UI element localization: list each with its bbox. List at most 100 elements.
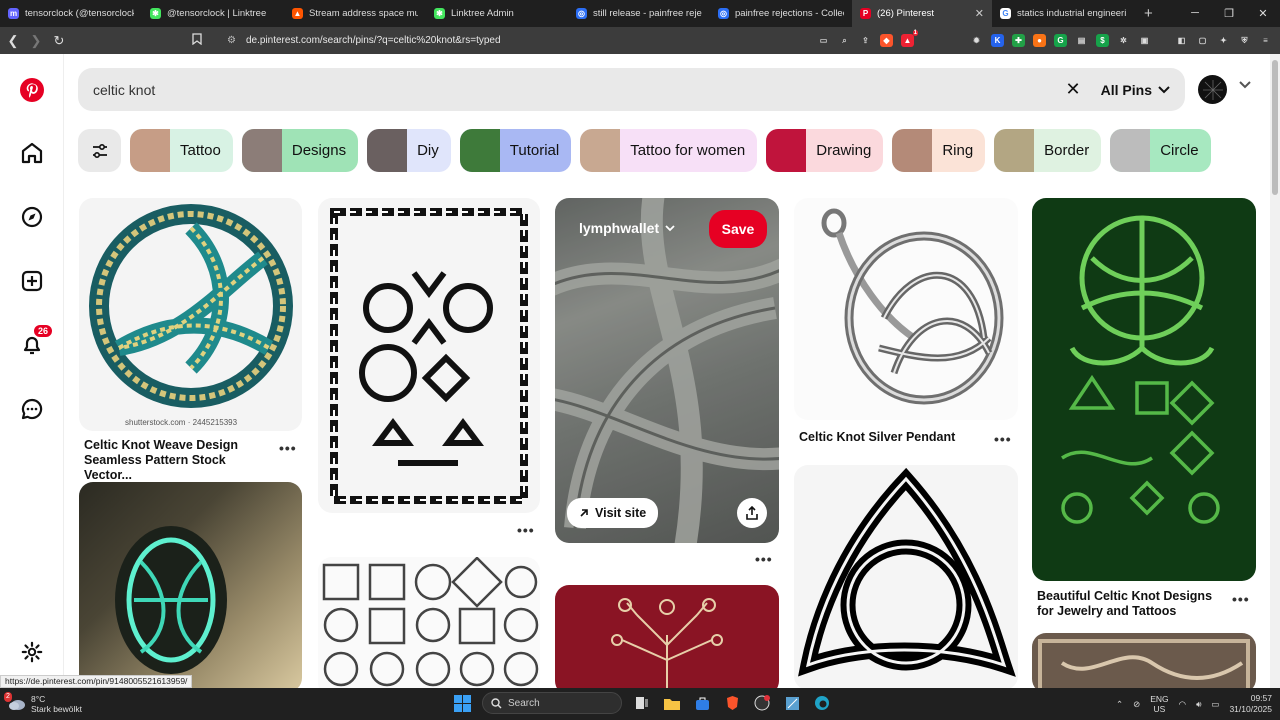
- pin-knot-patterns-grid-image[interactable]: [318, 557, 540, 697]
- pin-triquetra-image[interactable]: [794, 465, 1018, 690]
- notifications-bell-icon[interactable]: 26: [16, 323, 54, 361]
- pin-more-options-button[interactable]: •••: [755, 551, 773, 567]
- extensions-puzzle-icon[interactable]: ✲: [1117, 34, 1130, 47]
- account-chevron-down-icon[interactable]: [1238, 80, 1252, 90]
- taskbar-search[interactable]: Search: [482, 692, 622, 714]
- home-icon[interactable]: [16, 137, 48, 169]
- pin-carved-stone-knot-image[interactable]: [555, 198, 779, 543]
- pin-green-celtic-tree-image[interactable]: [1032, 198, 1256, 581]
- url-field[interactable]: ⚙ de.pinterest.com/search/pins/?q=celtic…: [227, 35, 817, 46]
- browser-tab[interactable]: Gstatics industrial engineering -: [992, 0, 1134, 27]
- reload-button[interactable]: ↻: [49, 33, 69, 49]
- pin-celtic-weave-image[interactable]: shutterstock.com · 2445215393: [79, 198, 302, 431]
- site-info-icon[interactable]: ⚙: [227, 35, 236, 46]
- extension-grammar-icon[interactable]: G: [1054, 34, 1067, 47]
- weather-widget[interactable]: 2 8°C Stark bewölkt: [4, 692, 82, 714]
- vpn-icon[interactable]: ⛨: [1238, 34, 1251, 47]
- extension-puzzle-green-icon[interactable]: ✚: [1012, 34, 1025, 47]
- settings-gear-icon[interactable]: ✹: [970, 34, 983, 47]
- related-search-chip[interactable]: Border: [994, 129, 1102, 172]
- back-button[interactable]: ❮: [3, 33, 23, 49]
- avatar[interactable]: [1198, 75, 1227, 104]
- browser-tab[interactable]: ✱ @tensorclock | Linktree: [142, 0, 284, 27]
- related-search-chip[interactable]: Designs: [241, 129, 359, 172]
- messages-chat-icon[interactable]: [16, 393, 48, 425]
- volume-icon[interactable]: 🔊︎: [1196, 699, 1201, 710]
- extension-k-icon[interactable]: K: [991, 34, 1004, 47]
- browser-tab[interactable]: ◎ still release - painfree rejection: [568, 0, 710, 27]
- visit-site-button[interactable]: Visit site: [567, 498, 659, 528]
- pin-title[interactable]: Celtic Knot Silver Pendant: [799, 430, 955, 445]
- pin-type-filter-dropdown[interactable]: All Pins: [1101, 82, 1170, 98]
- bookmark-icon[interactable]: [187, 33, 207, 48]
- new-tab-button[interactable]: +: [1134, 5, 1163, 22]
- tab-close-button[interactable]: ✕: [969, 7, 984, 20]
- brave-rewards-icon[interactable]: ▲ 1: [901, 30, 918, 47]
- share-icon[interactable]: ⇪: [859, 34, 872, 47]
- obs-recorder-icon[interactable]: [752, 693, 772, 713]
- page-scrollbar[interactable]: [1270, 54, 1280, 688]
- related-search-chip[interactable]: Tattoo: [130, 129, 233, 172]
- close-window-button[interactable]: ✕: [1246, 7, 1280, 20]
- edge-browser-icon[interactable]: [812, 693, 832, 713]
- snipping-tool-icon[interactable]: [782, 693, 802, 713]
- browser-tab[interactable]: ✱ Linktree Admin: [426, 0, 568, 27]
- task-view-icon[interactable]: [632, 693, 652, 713]
- pin-more-options-button[interactable]: •••: [1232, 591, 1250, 607]
- wifi-icon[interactable]: ◠: [1179, 699, 1186, 710]
- extension-dollar-icon[interactable]: $: [1096, 34, 1109, 47]
- related-search-chip[interactable]: Circle: [1110, 129, 1211, 172]
- store-icon[interactable]: [692, 693, 712, 713]
- search-bar[interactable]: celtic knot ✕ All Pins: [78, 68, 1185, 111]
- pin-silver-pendant-image[interactable]: [794, 198, 1018, 420]
- tray-overflow-chevron-icon[interactable]: ⌃: [1116, 699, 1123, 710]
- clear-search-icon[interactable]: ✕: [1066, 79, 1081, 100]
- browser-tab[interactable]: ◎ painfree rejections - Collection: [710, 0, 852, 27]
- brave-shield-icon[interactable]: ◆: [880, 34, 893, 47]
- cast-icon[interactable]: ▭: [817, 34, 830, 47]
- pin-carved-wood-knot-image[interactable]: [1032, 633, 1256, 693]
- maximize-button[interactable]: ❐: [1212, 7, 1246, 20]
- sidebar-toggle-icon[interactable]: ◧: [1175, 34, 1188, 47]
- pin-red-tree-of-life-image[interactable]: [555, 585, 779, 695]
- pin-more-options-button[interactable]: •••: [279, 440, 297, 456]
- minimize-button[interactable]: ─: [1178, 7, 1212, 20]
- related-search-chip[interactable]: Drawing: [766, 129, 884, 172]
- windows-start-icon[interactable]: [452, 693, 472, 713]
- pin-more-options-button[interactable]: •••: [517, 522, 535, 538]
- explore-compass-icon[interactable]: [16, 201, 48, 233]
- pin-glowing-knot-tree-image[interactable]: [79, 482, 302, 692]
- pin-title[interactable]: Beautiful Celtic Knot Designs for Jewelr…: [1037, 589, 1227, 619]
- downloads-icon[interactable]: ▣: [1138, 34, 1151, 47]
- search-input[interactable]: celtic knot: [93, 82, 1066, 98]
- input-language-indicator[interactable]: ENG US: [1150, 694, 1168, 714]
- related-search-chip[interactable]: [1219, 129, 1260, 172]
- extension-card-icon[interactable]: ▤: [1075, 34, 1088, 47]
- browser-tab[interactable]: m tensorclock (@tensorclock@m: [0, 0, 142, 27]
- extension-orange-icon[interactable]: ●: [1033, 34, 1046, 47]
- leo-ai-icon[interactable]: ✦: [1217, 34, 1230, 47]
- related-search-chip[interactable]: Tutorial: [459, 129, 572, 172]
- browser-tab[interactable]: P (26) Pinterest ✕: [852, 0, 992, 27]
- taskbar-clock[interactable]: 09:57 31/10/2025: [1229, 693, 1272, 715]
- wallet-icon[interactable]: ▢: [1196, 34, 1209, 47]
- create-plus-icon[interactable]: [16, 265, 48, 297]
- board-selector-dropdown[interactable]: lymphwallet: [579, 220, 675, 236]
- save-pin-button[interactable]: Save: [709, 210, 767, 248]
- filters-button[interactable]: [78, 129, 121, 172]
- menu-icon[interactable]: ≡: [1259, 34, 1272, 47]
- pinterest-logo-icon[interactable]: [16, 74, 48, 106]
- related-search-chip[interactable]: Diy: [367, 129, 451, 172]
- related-search-chip[interactable]: Ring: [892, 129, 986, 172]
- forward-button[interactable]: ❯: [26, 33, 46, 49]
- scrollbar-thumb[interactable]: [1272, 60, 1278, 195]
- file-explorer-icon[interactable]: [662, 693, 682, 713]
- pin-title[interactable]: Celtic Knot Weave Design Seamless Patter…: [84, 438, 276, 483]
- share-pin-button[interactable]: [737, 498, 767, 528]
- pin-more-options-button[interactable]: •••: [994, 431, 1012, 447]
- battery-icon[interactable]: ▭: [1211, 699, 1219, 710]
- brave-browser-icon[interactable]: [722, 693, 742, 713]
- settings-gear-icon[interactable]: [16, 636, 48, 668]
- network-muted-icon[interactable]: ⊘: [1133, 699, 1140, 710]
- zoom-icon[interactable]: ⌕: [838, 34, 851, 47]
